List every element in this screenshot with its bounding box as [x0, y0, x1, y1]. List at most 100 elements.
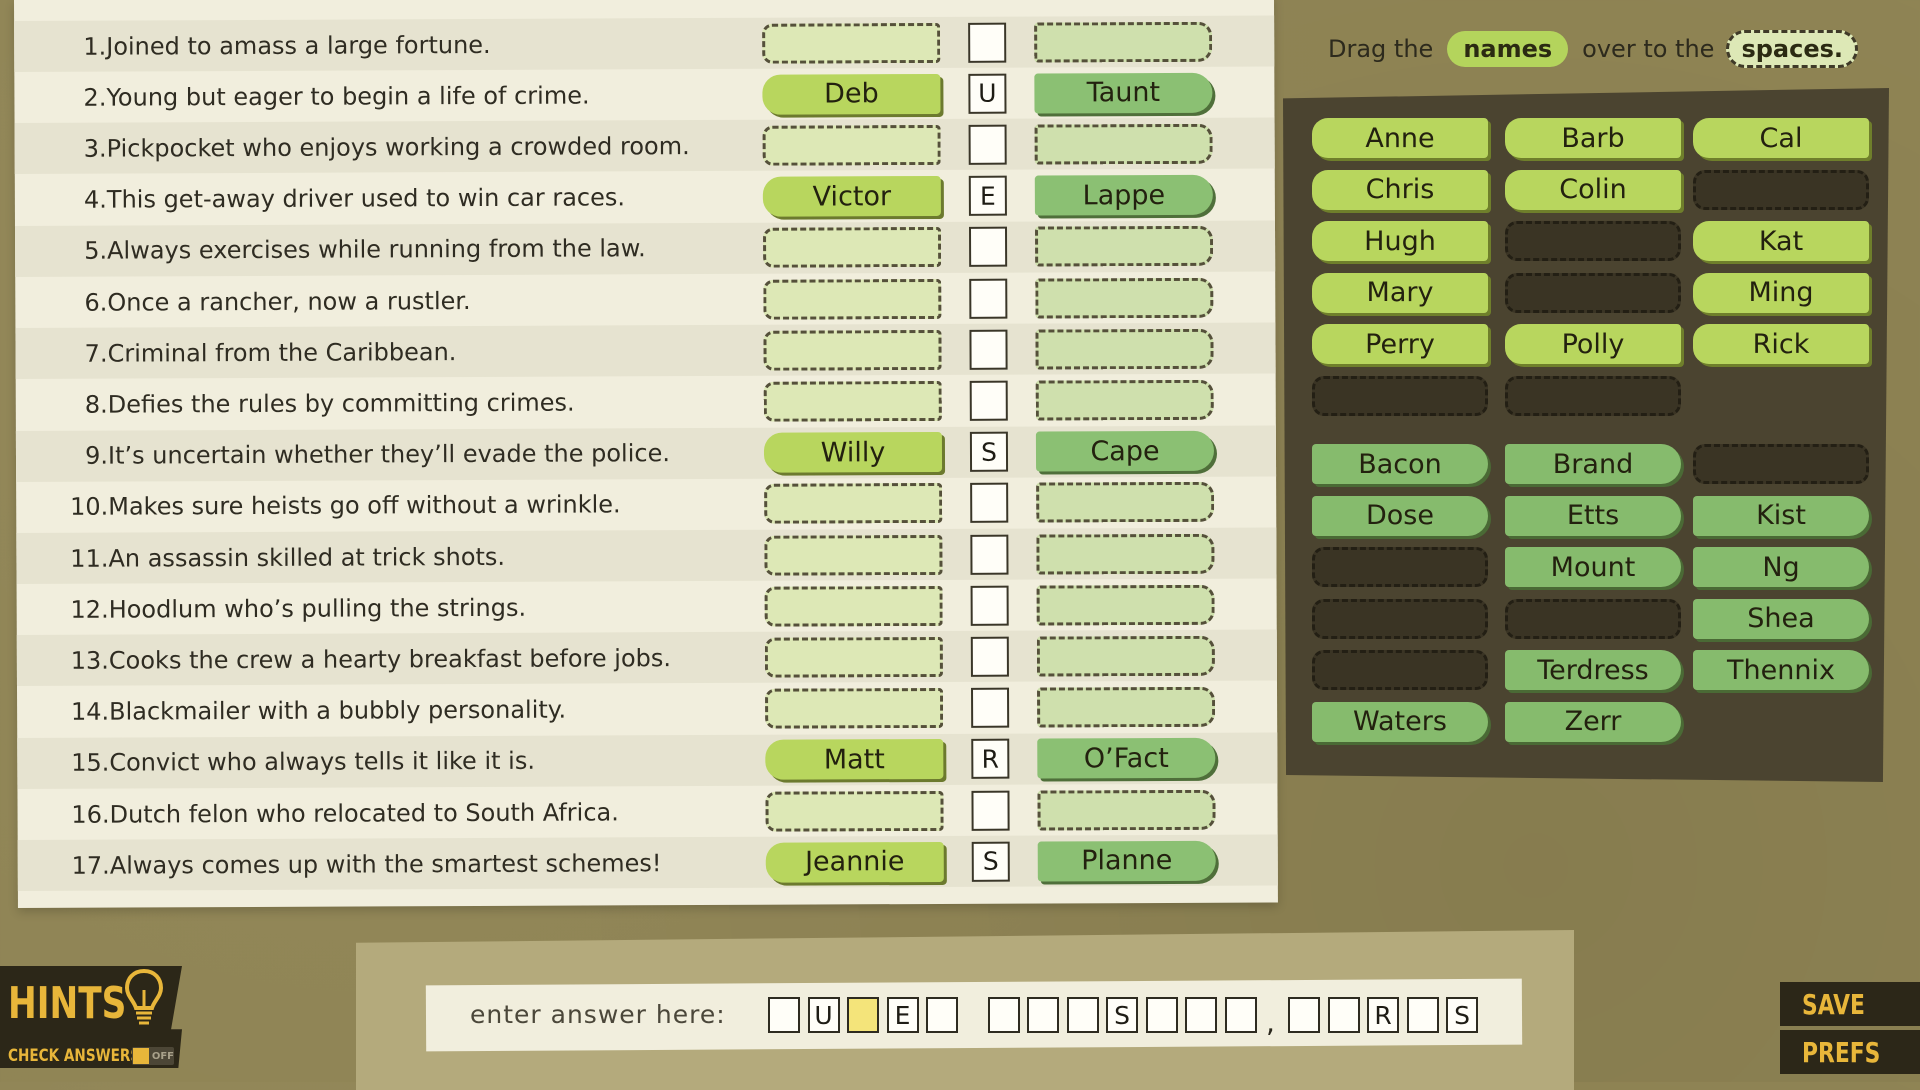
last-name-chip[interactable]: Bacon	[1312, 444, 1488, 484]
clue-text: Cooks the crew a hearty breakfast before…	[108, 644, 672, 675]
first-name-chip[interactable]: Mary	[1312, 272, 1488, 313]
first-name-chip[interactable]: Kat	[1693, 221, 1869, 261]
clue-number: 9.	[85, 441, 109, 470]
answer-letter-box[interactable]	[1288, 997, 1320, 1033]
letter-box	[970, 534, 1009, 575]
first-name-chip[interactable]: Jeannie	[765, 841, 944, 883]
last-name-chip[interactable]: Brand	[1505, 444, 1681, 484]
lightbulb-icon[interactable]	[124, 968, 164, 1030]
answer-letter-box[interactable]: S	[1106, 997, 1138, 1033]
answer-letter-box[interactable]: U	[807, 997, 840, 1033]
last-name-slot[interactable]	[1035, 379, 1214, 421]
first-name-slot[interactable]	[764, 534, 943, 576]
first-name-chip[interactable]: Colin	[1505, 169, 1681, 210]
answer-letter-box[interactable]	[1327, 997, 1360, 1033]
letter-box	[969, 226, 1008, 268]
last-name-chip[interactable]: Cape	[1035, 430, 1215, 472]
answer-letter-box[interactable]	[847, 997, 879, 1033]
last-name-slot[interactable]	[1034, 226, 1214, 267]
letter-box: U	[968, 73, 1007, 114]
last-name-chip[interactable]: O’Fact	[1037, 738, 1216, 779]
clue-number: 17.	[71, 851, 110, 880]
first-name-chip[interactable]: Deb	[762, 73, 941, 115]
answer-letter-box[interactable]	[1027, 997, 1059, 1033]
last-name-chip[interactable]: Thennix	[1693, 650, 1869, 690]
first-name-slot[interactable]	[762, 22, 941, 64]
first-name-slot[interactable]	[765, 790, 944, 832]
clue-text: Dutch felon who relocated to South Afric…	[109, 797, 619, 829]
letter-box	[969, 329, 1008, 370]
first-name-chip[interactable]: Perry	[1312, 324, 1488, 364]
check-answers-toggle[interactable]: OFF	[132, 1047, 174, 1065]
answer-letter-box[interactable]: S	[1446, 997, 1478, 1033]
first-name-slot[interactable]	[763, 227, 942, 269]
first-name-slot[interactable]	[765, 688, 944, 729]
prefs-button[interactable]: PREFS	[1780, 1030, 1920, 1074]
answer-letter-box[interactable]	[1406, 997, 1439, 1033]
clue-number: 3.	[83, 134, 107, 163]
letter-box	[969, 380, 1008, 421]
last-name-slot[interactable]	[1034, 123, 1213, 165]
last-name-chip[interactable]: Dose	[1312, 495, 1488, 536]
last-name-slot[interactable]	[1035, 328, 1214, 370]
last-name-slot[interactable]	[1037, 686, 1216, 728]
last-name-slot[interactable]	[1036, 482, 1215, 523]
first-name-slot[interactable]	[763, 329, 942, 371]
first-name-chip[interactable]: Matt	[765, 739, 944, 781]
last-name-chip[interactable]: Ng	[1693, 547, 1869, 587]
last-name-chip[interactable]: Mount	[1505, 547, 1681, 587]
clue-number: 5.	[84, 236, 108, 265]
last-name-chip[interactable]: Etts	[1505, 495, 1681, 536]
first-name-chip[interactable]: Willy	[763, 432, 943, 473]
last-name-chip[interactable]: Kist	[1693, 495, 1869, 536]
last-name-slot[interactable]	[1037, 789, 1216, 831]
first-name-chip[interactable]: Victor	[762, 176, 941, 217]
first-name-slot[interactable]	[764, 483, 943, 525]
last-name-slot[interactable]	[1035, 277, 1214, 319]
last-name-chip[interactable]: Planne	[1037, 840, 1216, 882]
answer-letter-box[interactable]	[926, 997, 958, 1033]
clue-row: 7. Criminal from the Caribbean.	[15, 322, 1276, 380]
last-name-slot[interactable]	[1036, 635, 1215, 677]
first-name-slot[interactable]	[764, 585, 943, 627]
clue-text: Criminal from the Caribbean.	[107, 337, 457, 368]
first-name-chip[interactable]: Ming	[1693, 272, 1869, 313]
answer-letter-box[interactable]	[1145, 997, 1178, 1033]
answer-letter-box[interactable]	[1066, 997, 1099, 1033]
first-name-chip[interactable]: Barb	[1505, 118, 1681, 158]
answer-letter-box[interactable]: E	[886, 997, 919, 1033]
empty-tray-slot	[1693, 444, 1869, 484]
first-name-chip[interactable]: Rick	[1693, 324, 1869, 364]
hints-button[interactable]: HINTS	[8, 978, 126, 1029]
first-name-chip[interactable]: Chris	[1312, 169, 1488, 210]
first-name-slot[interactable]	[763, 278, 942, 320]
answer-letter-box[interactable]: R	[1367, 997, 1399, 1033]
empty-tray-slot	[1505, 221, 1681, 261]
first-name-slot[interactable]	[764, 636, 943, 678]
last-name-chip[interactable]: Waters	[1312, 701, 1488, 742]
instructions: Drag the names over to the spaces.	[1328, 28, 1859, 70]
last-name-chip[interactable]: Zerr	[1505, 701, 1681, 742]
last-name-chip[interactable]: Lappe	[1034, 174, 1213, 216]
clue-number: 4.	[83, 185, 107, 214]
last-name-slot[interactable]	[1036, 584, 1215, 626]
save-button[interactable]: SAVE	[1780, 982, 1920, 1026]
first-name-chip[interactable]: Polly	[1505, 324, 1681, 364]
first-name-chip[interactable]: Cal	[1693, 118, 1869, 158]
answer-letter-box[interactable]	[1224, 997, 1257, 1033]
clue-text: Makes sure heists go off without a wrink…	[108, 490, 621, 521]
last-name-chip[interactable]: Taunt	[1034, 72, 1213, 114]
last-name-slot[interactable]	[1034, 21, 1213, 63]
toggle-knob	[133, 1048, 149, 1064]
first-name-slot[interactable]	[762, 124, 941, 166]
last-name-slot[interactable]	[1036, 533, 1215, 575]
first-name-chip[interactable]: Anne	[1312, 118, 1488, 158]
last-name-chip[interactable]: Terdress	[1505, 650, 1681, 690]
instr-pre: Drag the	[1328, 35, 1434, 63]
last-name-chip[interactable]: Shea	[1693, 598, 1869, 639]
first-name-chip[interactable]: Hugh	[1312, 221, 1488, 261]
answer-letter-box[interactable]	[987, 997, 1020, 1033]
answer-letter-box[interactable]	[1185, 997, 1217, 1033]
first-name-slot[interactable]	[763, 380, 942, 422]
answer-letter-box[interactable]	[768, 997, 800, 1033]
